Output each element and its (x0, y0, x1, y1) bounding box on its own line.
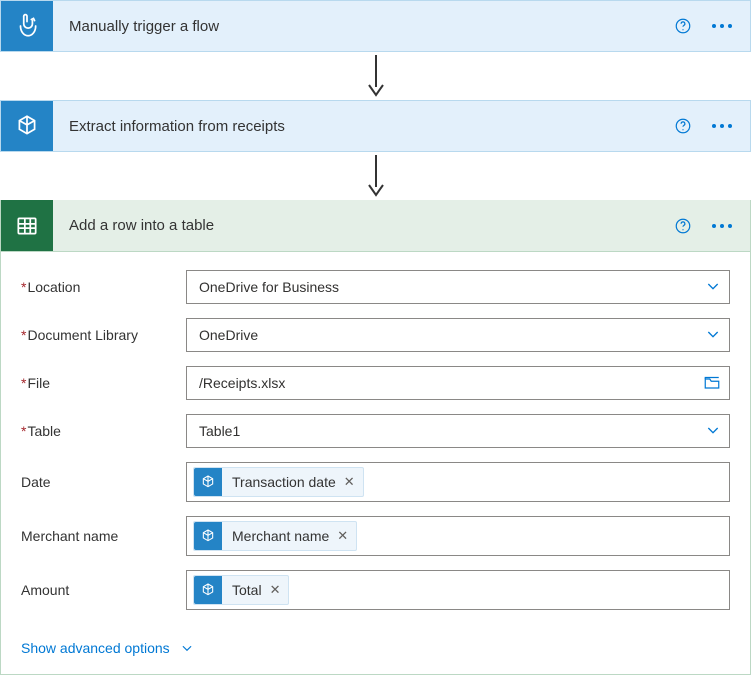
label-table: Table (21, 423, 186, 439)
remove-token-icon[interactable]: ✕ (268, 582, 289, 598)
ai-builder-icon (194, 576, 222, 604)
label-merchant: Merchant name (21, 528, 186, 544)
merchant-input[interactable]: Merchant name ✕ (186, 516, 730, 556)
connector-arrow (0, 52, 751, 100)
location-select[interactable]: OneDrive for Business (186, 270, 730, 304)
amount-input[interactable]: Total ✕ (186, 570, 730, 610)
ai-builder-icon (1, 101, 53, 151)
help-icon[interactable] (674, 217, 692, 235)
label-location: Location (21, 279, 186, 295)
show-advanced-link[interactable]: Show advanced options (21, 640, 194, 656)
flow-step-extract[interactable]: Extract information from receipts (0, 100, 751, 152)
help-icon[interactable] (674, 17, 692, 35)
step-title: Extract information from receipts (53, 118, 674, 135)
step-title: Manually trigger a flow (53, 18, 674, 35)
remove-token-icon[interactable]: ✕ (342, 474, 363, 490)
more-menu-icon[interactable] (712, 224, 732, 228)
dynamic-token[interactable]: Merchant name ✕ (193, 521, 357, 551)
library-select[interactable]: OneDrive (186, 318, 730, 352)
file-picker[interactable]: /Receipts.xlsx (186, 366, 730, 400)
table-select[interactable]: Table1 (186, 414, 730, 448)
chevron-down-icon (705, 326, 721, 345)
folder-icon[interactable] (703, 374, 721, 393)
manual-trigger-icon (1, 1, 53, 51)
label-file: File (21, 375, 186, 391)
dynamic-token[interactable]: Transaction date ✕ (193, 467, 364, 497)
chevron-down-icon (180, 641, 194, 655)
dynamic-token[interactable]: Total ✕ (193, 575, 289, 605)
chevron-down-icon (705, 278, 721, 297)
remove-token-icon[interactable]: ✕ (335, 528, 356, 544)
flow-step-trigger[interactable]: Manually trigger a flow (0, 0, 751, 52)
more-menu-icon[interactable] (712, 124, 732, 128)
help-icon[interactable] (674, 117, 692, 135)
connector-arrow (0, 152, 751, 200)
ai-builder-icon (194, 468, 222, 496)
step-title: Add a row into a table (53, 217, 674, 234)
label-amount: Amount (21, 582, 186, 598)
excel-icon (1, 200, 53, 251)
label-date: Date (21, 474, 186, 490)
date-input[interactable]: Transaction date ✕ (186, 462, 730, 502)
ai-builder-icon (194, 522, 222, 550)
label-library: Document Library (21, 327, 186, 343)
chevron-down-icon (705, 422, 721, 441)
more-menu-icon[interactable] (712, 24, 732, 28)
flow-step-add-row[interactable]: Add a row into a table (1, 200, 750, 252)
